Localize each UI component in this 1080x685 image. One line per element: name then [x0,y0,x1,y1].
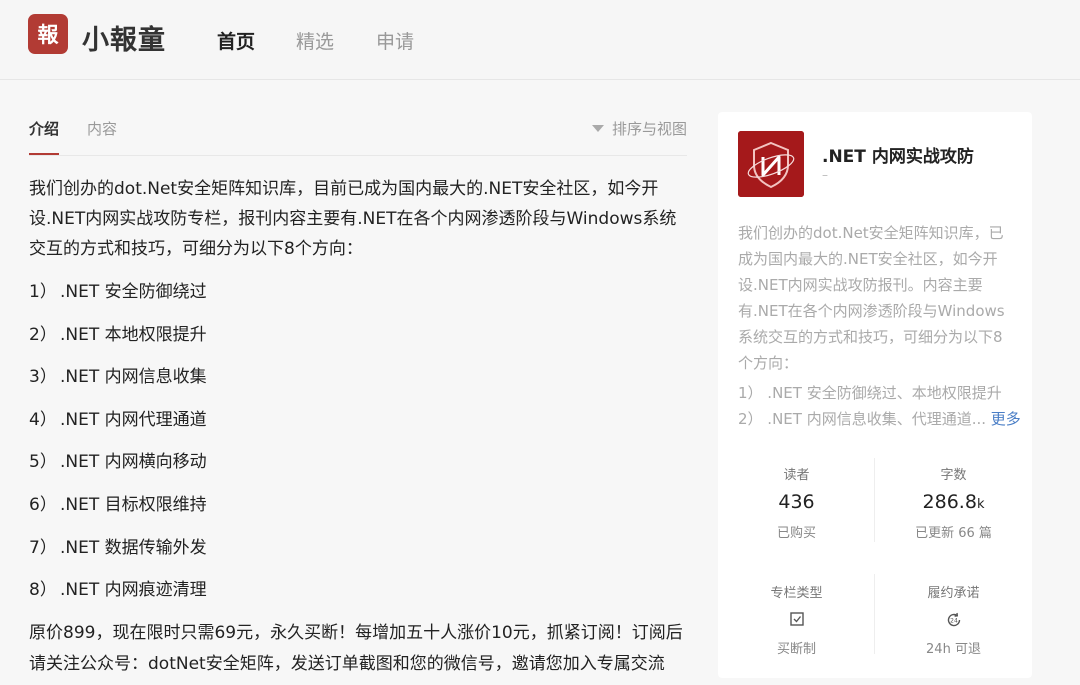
price-note: 原价899，现在限时只需69元，永久买断！每增加五十人涨价10元，抓紧订阅！订阅… [29,623,683,674]
intro-paragraph: 我们创办的dot.Net安全矩阵知识库，目前已成为国内最大的.NET安全社区，如… [29,179,677,259]
readers-label: 读者 [783,468,810,483]
logo-char: 報 [37,23,59,47]
promise-stat: 履约承诺 24 24h 可退 [875,582,1032,657]
list-item: 1） .NET 安全防御绕过 [29,282,207,302]
top-header: 報 小報童 首页 精选 申请 [0,0,1080,80]
more-link[interactable]: 更多 [991,410,1021,428]
readers-value: 436 [778,491,815,513]
check-box-icon [718,611,875,629]
shield-logo-icon [738,131,804,197]
column-title[interactable]: .NET 内网实战攻防 [822,142,974,167]
nav-home[interactable]: 首页 [217,27,255,54]
list-item: 4） .NET 内网代理通道 [29,409,207,430]
brand-name[interactable]: 小報童 [82,18,166,57]
type-label: 专栏类型 [770,586,823,601]
column-description: 我们创办的dot.Net安全矩阵知识库，已成为国内最大的.NET安全社区，如今开… [738,224,1005,372]
card-point-2: 2） .NET 内网信息收集、代理通道... 更多 [738,410,1021,428]
promise-sub: 24h 可退 [926,642,981,657]
card-point-1: 1） .NET 安全防御绕过、本地权限提升 [738,384,1002,402]
tab-content[interactable]: 内容 [87,118,117,139]
list-item: 6） .NET 目标权限维持 [29,494,207,515]
tab-intro[interactable]: 介绍 [29,118,59,139]
dropdown-triangle-icon [591,125,604,132]
nav-featured[interactable]: 精选 [296,27,334,54]
sort-and-view-button[interactable]: 排序与视图 [591,118,687,139]
active-tab-indicator [29,153,59,155]
words-label: 字数 [940,468,967,483]
column-type-stat: 专栏类型 买断制 [718,582,875,657]
list-item: 5） .NET 内网横向移动 [29,452,207,473]
list-item: 7） .NET 数据传输外发 [29,537,207,558]
column-subtitle: – [822,168,828,182]
column-cover[interactable] [738,131,804,197]
nav-apply[interactable]: 申请 [376,27,414,54]
content-tabs: 介绍 内容 排序与视图 [29,118,687,156]
sort-label: 排序与视图 [611,120,687,138]
list-item: 2） .NET 本地权限提升 [29,324,207,345]
type-sub: 买断制 [776,642,816,657]
list-item: 3） .NET 内网信息收集 [29,367,207,388]
words-sub: 已更新 66 篇 [915,526,992,541]
logo-badge[interactable]: 報 [28,14,68,54]
direction-list: 1） .NET 安全防御绕过 2） .NET 本地权限提升 3） .NET 内网信息收… [29,277,679,618]
readers-stat: 读者 436 已购买 [718,464,875,541]
readers-sub: 已购买 [776,526,816,541]
svg-text:24: 24 [950,618,958,625]
24h-refresh-icon: 24 [875,611,1032,629]
promise-label: 履约承诺 [927,586,980,601]
words-stat: 字数 286.8k 已更新 66 篇 [875,464,1032,541]
list-item: 8） .NET 内网痕迹清理 [29,580,207,601]
column-info-card: .NET 内网实战攻防 – 我们创办的dot.Net安全矩阵知识库，已成为国内最… [718,112,1032,678]
words-value: 286.8k [922,491,985,513]
